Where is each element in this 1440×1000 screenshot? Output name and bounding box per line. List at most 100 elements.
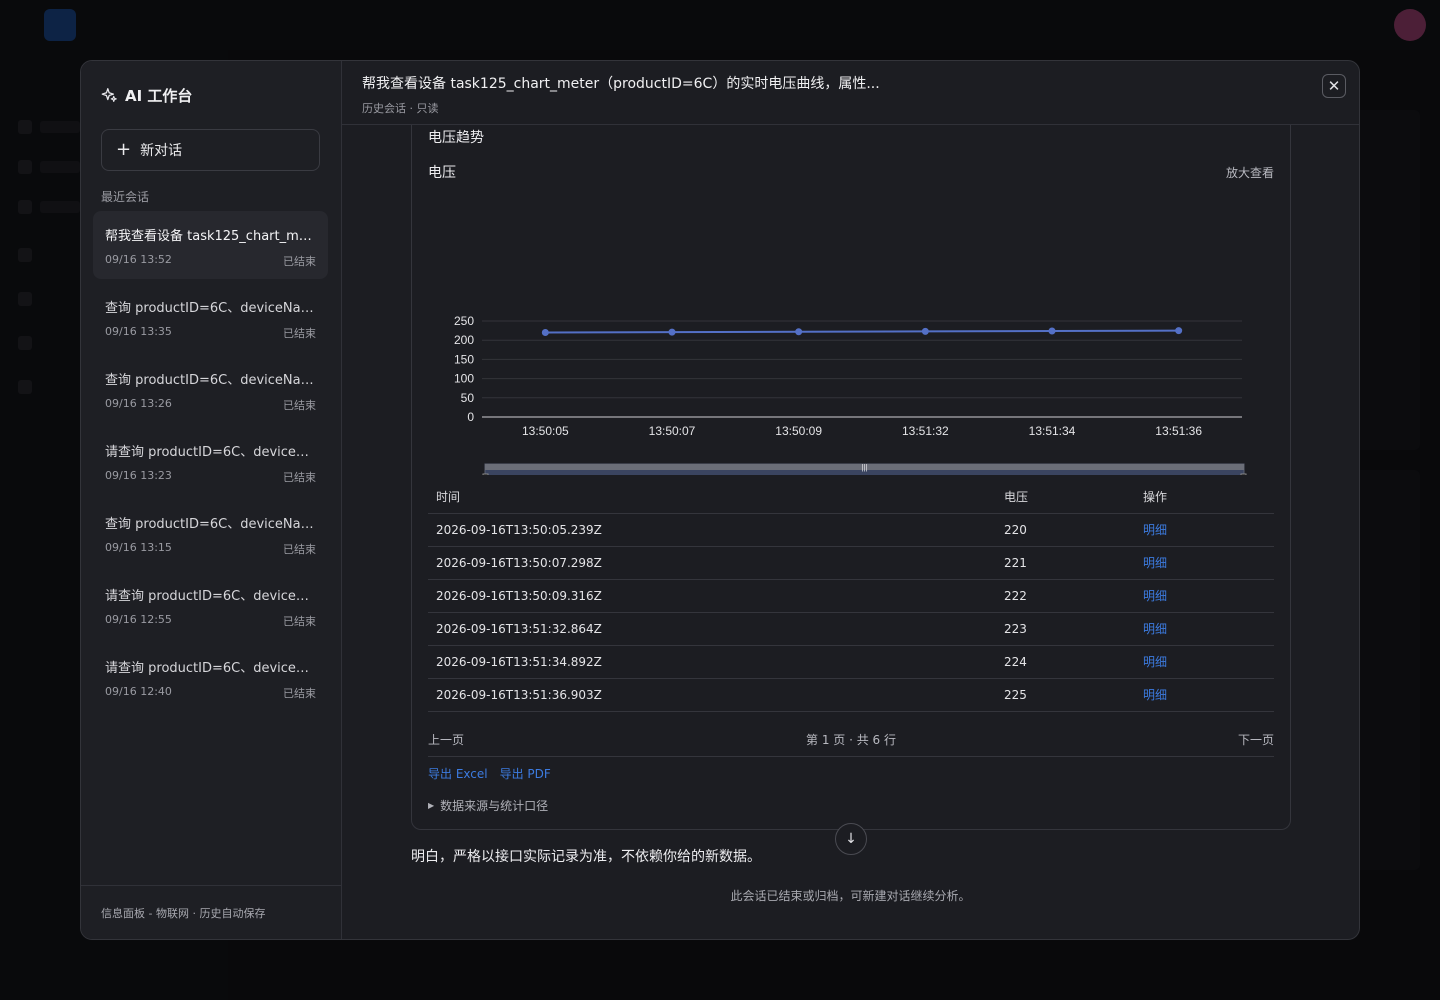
cell-time: 2026-09-16T13:50:07.298Z — [428, 545, 996, 579]
zoom-slider-left-handle[interactable] — [482, 473, 489, 475]
conversation-item-time: 09/16 12:40 — [105, 685, 172, 698]
cell-action: 明细 — [1135, 578, 1274, 612]
scroll-to-bottom-button[interactable]: ↓ — [835, 823, 867, 855]
table-header-row: 时间 电压 操作 — [428, 481, 1274, 513]
y-tick-label: 150 — [454, 352, 474, 366]
conversation-subtitle: 历史会话 · 只读 — [362, 102, 439, 115]
data-point[interactable] — [1048, 327, 1056, 335]
detail-link[interactable]: 明细 — [1143, 523, 1167, 537]
ai-workbench-modal: AI 工作台 + 新对话 最近会话 帮我查看设备 task125_chart_m… — [80, 60, 1360, 940]
column-header-voltage: 电压 — [1004, 490, 1029, 505]
zoom-slider-right-handle[interactable] — [1240, 473, 1247, 475]
prev-page-button[interactable]: 上一页 — [428, 731, 464, 748]
new-chat-label: 新对话 — [140, 143, 183, 159]
y-tick-label: 100 — [454, 372, 474, 386]
series-line — [545, 329, 1179, 334]
conversation-main: 帮我查看设备 task125_chart_meter（productID=6C）… — [342, 61, 1359, 939]
table-row: 2026-09-16T13:50:05.239Z 220 明细 — [428, 512, 1274, 546]
cell-time: 2026-09-16T13:51:34.892Z — [428, 644, 996, 678]
y-tick-label: 200 — [454, 333, 474, 347]
conversation-item-status: 已结束 — [283, 543, 316, 556]
conversation-item-meta: 09/16 12:55 已结束 — [105, 613, 316, 629]
plus-icon: + — [116, 139, 132, 160]
conversation-item-meta: 09/16 13:52 已结束 — [105, 253, 316, 269]
table-row: 2026-09-16T13:50:09.316Z 222 明细 — [428, 578, 1274, 612]
detail-link[interactable]: 明细 — [1143, 589, 1167, 603]
sparkle-icon — [101, 88, 117, 103]
data-point[interactable] — [668, 328, 676, 336]
conversation-item-status: 已结束 — [283, 687, 316, 700]
conversation-item[interactable]: 请查询 productID=6C、deviceNa... 09/16 13:23 已… — [93, 427, 328, 495]
export-pdf-link[interactable]: 导出 PDF — [500, 765, 551, 782]
cell-time: 2026-09-16T13:51:32.864Z — [428, 611, 996, 645]
data-point[interactable] — [1175, 327, 1183, 335]
sidebar-title-text: AI 工作台 — [125, 87, 193, 105]
y-tick-label: 50 — [461, 391, 475, 405]
data-point[interactable] — [541, 329, 549, 337]
pagination: 上一页 第 1 页 · 共 6 行 下一页 — [428, 723, 1274, 757]
conversation-item-time: 09/16 13:26 — [105, 397, 172, 410]
conversation-item[interactable]: 查询 productID=6C、deviceNam... 09/16 13:15 已… — [93, 499, 328, 567]
table-body: 2026-09-16T13:50:05.239Z 220 明细 2026-09-16T… — [428, 512, 1274, 712]
new-chat-button[interactable]: + 新对话 — [101, 129, 320, 171]
data-point[interactable] — [795, 328, 803, 336]
detail-link[interactable]: 明细 — [1143, 655, 1167, 669]
cell-voltage: 225 — [996, 677, 1135, 712]
conversation-item-time: 09/16 13:23 — [105, 469, 172, 482]
data-source-label: 数据来源与统计口径 — [440, 799, 549, 813]
conversation-item[interactable]: 查询 productID=6C、deviceNam... 09/16 13:26 已… — [93, 355, 328, 423]
conversation-item-meta: 09/16 13:15 已结束 — [105, 541, 316, 557]
conversation-item[interactable]: 请查询 productID=6C、deviceNa... 09/16 12:55 已… — [93, 571, 328, 639]
recent-conversations-label: 最近会话 — [101, 190, 150, 204]
chart-title: 电压 — [428, 165, 456, 181]
cell-voltage: 224 — [996, 644, 1135, 678]
conversation-item[interactable]: 帮我查看设备 task125_chart_met... 09/16 13:52 已结… — [93, 211, 328, 279]
conversation-item-meta: 09/16 12:40 已结束 — [105, 685, 316, 701]
export-links: 导出 Excel 导出 PDF — [428, 765, 551, 782]
export-excel-link[interactable]: 导出 Excel — [428, 765, 488, 782]
cell-action: 明细 — [1135, 545, 1274, 579]
conversation-item-time: 09/16 13:35 — [105, 325, 172, 338]
conversation-item-meta: 09/16 13:23 已结束 — [105, 469, 316, 485]
data-source-toggle[interactable]: ▶ 数据来源与统计口径 — [428, 797, 548, 814]
arrow-down-icon: ↓ — [845, 831, 857, 847]
conversation-item-status: 已结束 — [283, 327, 316, 340]
conversation-item-title: 请查询 productID=6C、deviceNa... — [105, 661, 316, 676]
conversation-item[interactable]: 查询 productID=6C、deviceNam... 09/16 13:35 已… — [93, 283, 328, 351]
next-page-button[interactable]: 下一页 — [1238, 731, 1274, 748]
y-tick-label: 0 — [467, 410, 474, 424]
table-row: 2026-09-16T13:51:34.892Z 224 明细 — [428, 644, 1274, 678]
cell-action: 明细 — [1135, 512, 1274, 546]
conversation-item-title: 请查询 productID=6C、deviceNa... — [105, 445, 316, 460]
zoom-view-button[interactable]: 放大查看 — [1226, 164, 1274, 181]
zoom-slider-grip-icon[interactable]: ||| — [861, 463, 867, 472]
table-row: 2026-09-16T13:51:32.864Z 223 明细 — [428, 611, 1274, 645]
cell-voltage: 221 — [996, 545, 1135, 579]
data-point[interactable] — [921, 327, 929, 335]
conversation-item[interactable]: 请查询 productID=6C、deviceNa... 09/16 12:40 已… — [93, 643, 328, 711]
table-row: 2026-09-16T13:51:36.903Z 225 明细 — [428, 677, 1274, 712]
close-button[interactable]: ✕ — [1322, 74, 1346, 98]
conversation-sidebar: AI 工作台 + 新对话 最近会话 帮我查看设备 task125_chart_m… — [81, 61, 342, 939]
column-header-action: 操作 — [1143, 490, 1168, 505]
voltage-line-chart: 0 50 100 150 200 250 13:50:05 13:50:07 13:50:09 1… — [454, 314, 1247, 475]
conversation-item-time: 09/16 13:15 — [105, 541, 172, 554]
conversation-item-status: 已结束 — [283, 255, 316, 268]
detail-link[interactable]: 明细 — [1143, 556, 1167, 570]
conversation-item-time: 09/16 12:55 — [105, 613, 172, 626]
table-row: 2026-09-16T13:50:07.298Z 221 明细 — [428, 545, 1274, 579]
column-header-time: 时间 — [436, 490, 461, 505]
cell-voltage: 220 — [996, 512, 1135, 546]
conversation-item-title: 请查询 productID=6C、deviceNa... — [105, 589, 316, 604]
cell-time: 2026-09-16T13:50:05.239Z — [428, 512, 996, 546]
x-tick-label: 13:50:07 — [649, 424, 696, 438]
assistant-reply: 明白，严格以接口实际记录为准，不依赖你给的新数据。 — [411, 849, 761, 865]
sidebar-footer: 信息面板 - 物联网 · 历史自动保存 — [81, 885, 341, 939]
detail-link[interactable]: 明细 — [1143, 688, 1167, 702]
voltage-result-card: 电压趋势 电压 放大查看 0 50 100 150 200 250 13:50:05 13:5… — [411, 125, 1291, 830]
x-tick-label: 13:51:32 — [902, 424, 949, 438]
detail-link[interactable]: 明细 — [1143, 622, 1167, 636]
conversation-ended-note: 此会话已结束或归档，可新建对话继续分析。 — [730, 889, 971, 903]
cell-time: 2026-09-16T13:50:09.316Z — [428, 578, 996, 612]
voltage-table: 时间 电压 操作 2026-09-16T13:50:05.239Z 220 明细 20… — [428, 481, 1274, 712]
